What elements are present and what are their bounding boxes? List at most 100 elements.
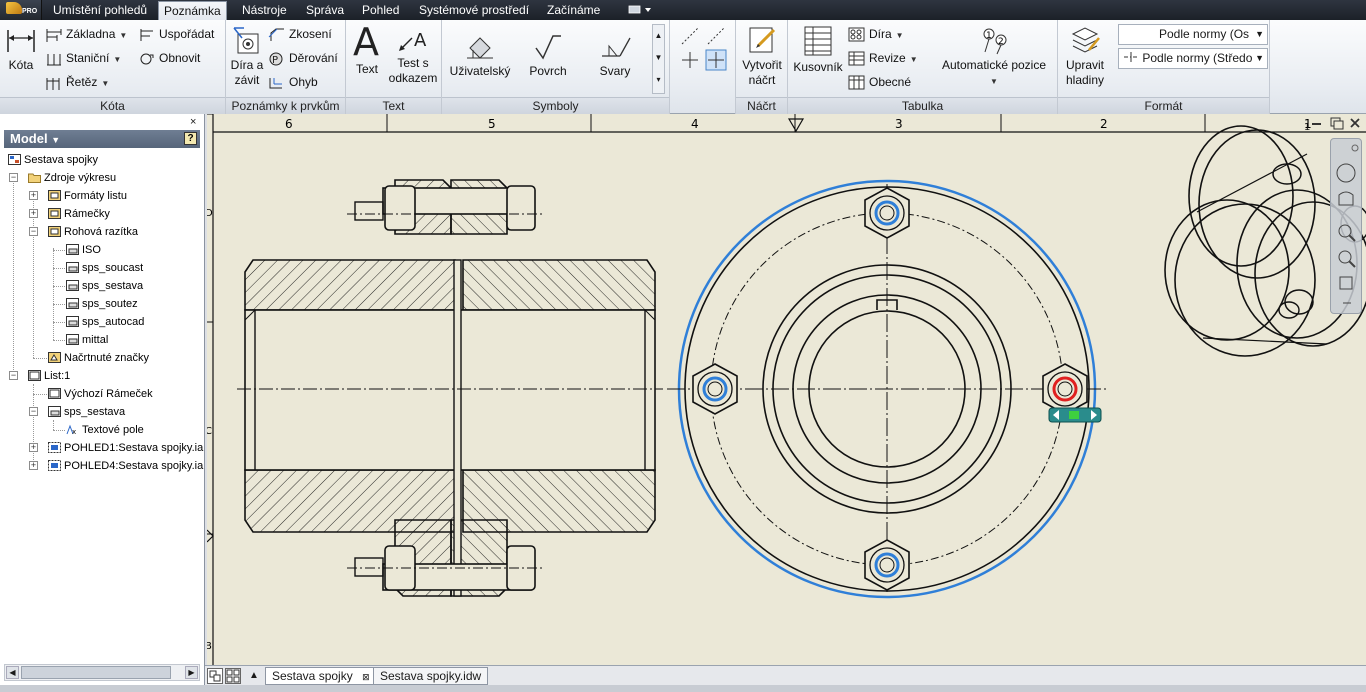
expand-icon[interactable]: + <box>29 443 38 452</box>
tree-item-iso[interactable]: ISO <box>66 241 101 259</box>
tree-item-pohled1[interactable]: POHLED1:Sestava spojky.ia <box>48 439 203 457</box>
dira-tabulka-button[interactable]: Díra ▼ <box>848 24 904 44</box>
collapse-icon[interactable]: − <box>9 371 18 380</box>
folder-sheet-icon <box>48 190 61 201</box>
tree-item-rohova-razitka[interactable]: Rohová razítka <box>48 223 138 241</box>
gallery-down-icon[interactable]: ▼ <box>653 47 664 69</box>
text-button[interactable]: A Text <box>350 20 384 77</box>
uzivatelsky-label: Uživatelský <box>449 64 511 78</box>
tree-item-textove-pole[interactable]: x Textové pole <box>66 421 144 439</box>
gallery-up-icon[interactable]: ▲ <box>653 25 664 47</box>
kusovnik-button[interactable]: Kusovník <box>790 24 846 75</box>
zone-number: 6 <box>285 117 293 131</box>
panel-poznamky-k-prvkum: Díra a závit Zkosení P Děrování Ohyb Poz… <box>226 20 346 114</box>
dira-a-zavit-button[interactable]: Díra a závit <box>228 26 266 88</box>
document-list-up-icon[interactable]: ▲ <box>246 668 262 684</box>
zakladna-button[interactable]: Základna ▼ <box>45 24 127 44</box>
gallery-scroll[interactable]: ▲ ▼ ▾ <box>652 24 665 94</box>
tab-zaciname[interactable]: Začínáme <box>547 0 600 20</box>
tree-item-vychozi-ramecek[interactable]: Výchozí Rámeček <box>48 385 153 403</box>
browser-horizontal-scrollbar[interactable]: ◀ ▶ <box>4 664 200 681</box>
tree-item-nacrtnute-znacky[interactable]: Načrtnuté značky <box>48 349 149 367</box>
cascade-windows-icon[interactable] <box>225 668 241 684</box>
zkoseni-button[interactable]: Zkosení <box>268 24 332 44</box>
text-s-odkazem-button[interactable]: A Test s odkazem <box>386 26 440 86</box>
look-at-icon <box>1339 276 1353 290</box>
tree-item-pohled4[interactable]: POHLED4:Sestava spojky.ia <box>48 457 203 475</box>
collapse-icon[interactable]: − <box>29 407 38 416</box>
tree-item-sps-soucast[interactable]: sps_soucast <box>66 259 143 277</box>
navigation-bar <box>1330 138 1362 314</box>
tree-item-sestava-spojky[interactable]: Sestava spojky <box>8 151 98 169</box>
tree-item-list-1[interactable]: List:1 <box>28 367 70 385</box>
object-style-combo[interactable]: Podle normy (Os ▼ <box>1118 24 1268 45</box>
expand-icon[interactable]: + <box>29 209 38 218</box>
panel-sketch-tools <box>670 20 736 114</box>
automaticke-pozice-button[interactable]: 1 2 Automatické pozice ▼ <box>938 26 1050 89</box>
general-table-icon <box>848 75 865 90</box>
tab-systemove-prostredi[interactable]: Systémové prostředí <box>419 0 529 20</box>
obnovit-button[interactable]: Obnovit <box>138 48 200 68</box>
derovani-button[interactable]: P Děrování <box>268 48 338 68</box>
ribbon-display-dropdown[interactable] <box>626 3 654 16</box>
minimize-icon <box>1312 123 1321 125</box>
doc-tab-label: Sestava spojky.idw <box>380 669 482 683</box>
expand-icon[interactable]: + <box>29 191 38 200</box>
drawing-canvas[interactable]: 6 5 4 3 2 1 D C B 1 <box>207 114 1366 665</box>
section-view[interactable] <box>237 179 663 597</box>
scroll-left-icon[interactable]: ◀ <box>6 666 19 679</box>
tree-item-zdroje-vykresu[interactable]: Zdroje výkresu <box>28 169 116 187</box>
drawing-sheet[interactable]: 6 5 4 3 2 1 D C B 1 <box>207 114 1366 665</box>
usporadat-button[interactable]: Uspořádat <box>138 24 214 44</box>
expand-icon[interactable]: + <box>29 461 38 470</box>
tab-umisteni-pohledu[interactable]: Umístění pohledů <box>53 0 147 20</box>
vytvorit-nacrt-button[interactable]: Vytvořit náčrt <box>738 24 786 88</box>
revize-button[interactable]: Revize ▼ <box>848 48 918 68</box>
vytvorit-label-2: náčrt <box>748 73 776 87</box>
collapse-icon[interactable]: − <box>9 173 18 182</box>
tree-item-formaty-listu[interactable]: Formáty listu <box>48 187 127 205</box>
chevron-down-icon: ▼ <box>909 55 918 64</box>
tree-item-sps-autocad[interactable]: sps_autocad <box>66 313 144 331</box>
kota-button[interactable]: Kóta <box>3 26 39 73</box>
uzivatelsky-symbol-button[interactable]: Uživatelský <box>448 32 512 79</box>
tree-item-sps-soutez[interactable]: sps_soutez <box>66 295 138 313</box>
layer-combo[interactable]: Podle normy (Středo ▼ <box>1118 48 1268 69</box>
close-icon[interactable]: × <box>190 116 196 128</box>
ohyb-button[interactable]: Ohyb <box>268 72 318 92</box>
obecne-button[interactable]: Obecné <box>848 72 911 92</box>
tab-nastroje[interactable]: Nástroje <box>242 0 287 20</box>
scroll-thumb[interactable] <box>21 666 171 679</box>
close-icon[interactable]: ⊠ <box>362 672 370 682</box>
retez-button[interactable]: Řetěz ▼ <box>45 72 109 92</box>
doc-tab-sestava-spojky-idw[interactable]: Sestava spojky.idw <box>373 667 489 685</box>
povrch-button[interactable]: Povrch <box>526 32 570 79</box>
svary-button[interactable]: Svary <box>590 32 640 79</box>
browser-header[interactable]: Model ▼ ? <box>4 130 200 148</box>
sheet-icon <box>28 370 41 381</box>
border-icon <box>48 388 61 399</box>
vytvorit-label-1: Vytvořit <box>742 58 782 72</box>
gallery-more-icon[interactable]: ▾ <box>653 69 664 91</box>
stanicni-button[interactable]: Staniční ▼ <box>45 48 121 68</box>
move-grip-widget[interactable] <box>1048 407 1102 423</box>
scroll-right-icon[interactable]: ▶ <box>185 666 198 679</box>
tree-item-sps-sestava[interactable]: sps_sestava <box>66 277 143 295</box>
bolt-left <box>692 363 738 415</box>
tree-item-mittal[interactable]: mittal <box>66 331 108 349</box>
zone-letter: D <box>207 208 213 219</box>
zkoseni-label: Zkosení <box>289 27 332 41</box>
application-menu-button[interactable]: PRO <box>0 0 42 20</box>
tree-item-sps-sestava-block[interactable]: sps_sestava <box>48 403 125 421</box>
help-icon[interactable]: ? <box>184 132 197 145</box>
doc-tab-sestava-spojky[interactable]: Sestava spojky ⊠ <box>265 667 377 685</box>
tile-windows-icon[interactable] <box>207 668 223 684</box>
tree-item-ramecky[interactable]: Rámečky <box>48 205 110 223</box>
tab-sprava[interactable]: Správa <box>306 0 344 20</box>
svary-label: Svary <box>599 64 631 78</box>
text-s-odkazem-label-2: odkazem <box>388 71 438 85</box>
tab-poznamka[interactable]: Poznámka <box>158 1 227 21</box>
tab-pohled[interactable]: Pohled <box>362 0 399 20</box>
upravit-hladiny-button[interactable]: Upravit hladiny <box>1058 24 1112 88</box>
collapse-icon[interactable]: − <box>29 227 38 236</box>
